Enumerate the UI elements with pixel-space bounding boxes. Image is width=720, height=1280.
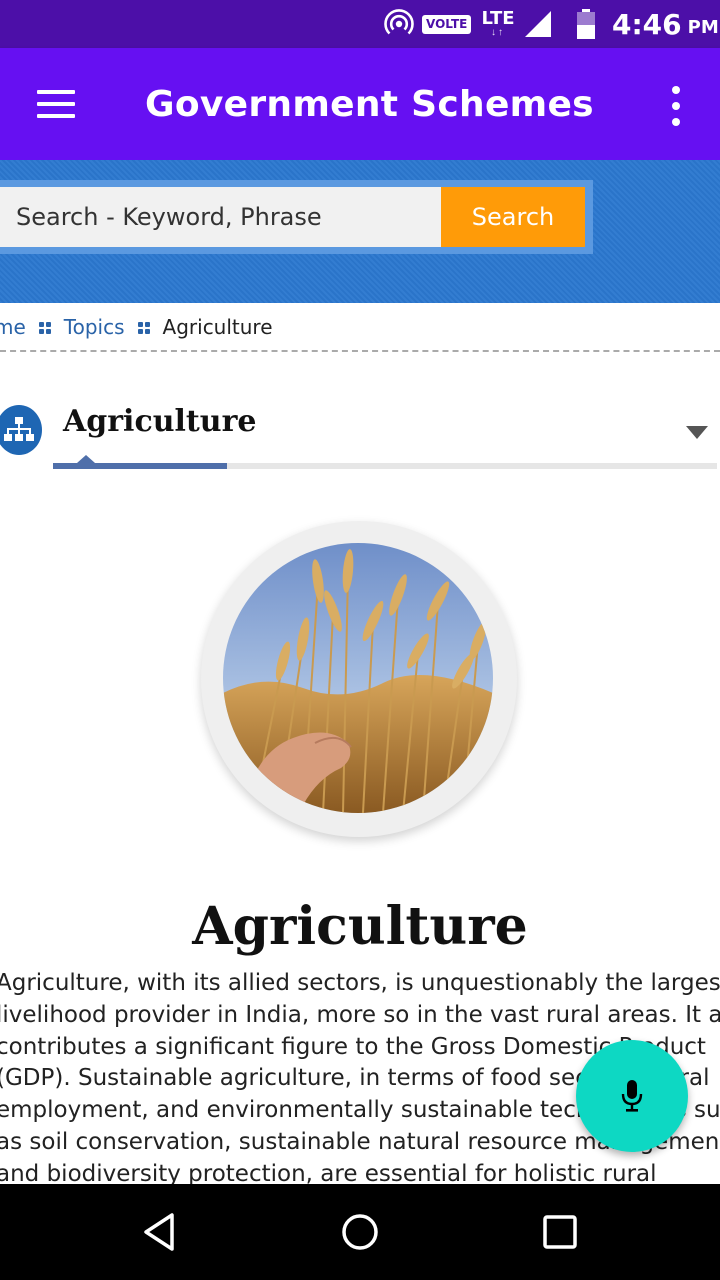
content-line: livelihood provider in India, more so in…: [0, 1001, 720, 1028]
app-bar: Government Schemes: [0, 48, 720, 160]
home-icon[interactable]: [336, 1208, 384, 1256]
signal-icon: [522, 0, 554, 48]
sitemap-icon: [0, 405, 42, 455]
status-bar: VOLTE LTE ↓↑ 4:46 PM: [0, 0, 720, 48]
clock: 4:46 PM: [612, 0, 719, 48]
clock-time: 4:46: [612, 7, 682, 41]
breadcrumb-home[interactable]: me: [0, 315, 26, 339]
topic-pointer-icon: [77, 455, 95, 463]
back-icon[interactable]: [136, 1208, 184, 1256]
content-title: Agriculture: [192, 896, 528, 957]
recents-icon[interactable]: [536, 1208, 584, 1256]
breadcrumb-separator-icon: [38, 321, 51, 334]
breadcrumb-separator-icon: [137, 321, 150, 334]
search-input[interactable]: [0, 187, 441, 247]
dropdown-caret-icon[interactable]: [686, 426, 708, 439]
hotspot-icon: [383, 0, 415, 48]
search-button[interactable]: Search: [441, 187, 585, 247]
search-box: Search: [0, 180, 593, 254]
hamburger-menu-icon[interactable]: [28, 80, 84, 128]
clock-ampm: PM: [687, 16, 719, 38]
app-title: Government Schemes: [145, 84, 594, 125]
battery-icon: [574, 0, 598, 48]
breadcrumb: me Topics Agriculture: [0, 303, 720, 352]
more-vertical-icon[interactable]: [656, 80, 696, 132]
microphone-icon: [621, 1080, 643, 1112]
navigation-bar: [0, 1184, 720, 1280]
volte-badge: VOLTE: [422, 0, 472, 48]
lte-indicator: LTE ↓↑: [481, 8, 515, 38]
voice-search-button[interactable]: [576, 1040, 688, 1152]
breadcrumb-topics[interactable]: Topics: [64, 315, 125, 339]
topic-underline-active: [53, 463, 227, 469]
search-banner: Search: [0, 160, 720, 303]
content-line: Agriculture, with its allied sectors, is…: [0, 970, 720, 996]
breadcrumb-current: Agriculture: [162, 314, 273, 339]
topic-dropdown-label[interactable]: Agriculture: [63, 402, 257, 442]
wheat-field-image: [223, 543, 493, 813]
content-line: and biodiversity protection, are essenti…: [0, 1160, 657, 1184]
